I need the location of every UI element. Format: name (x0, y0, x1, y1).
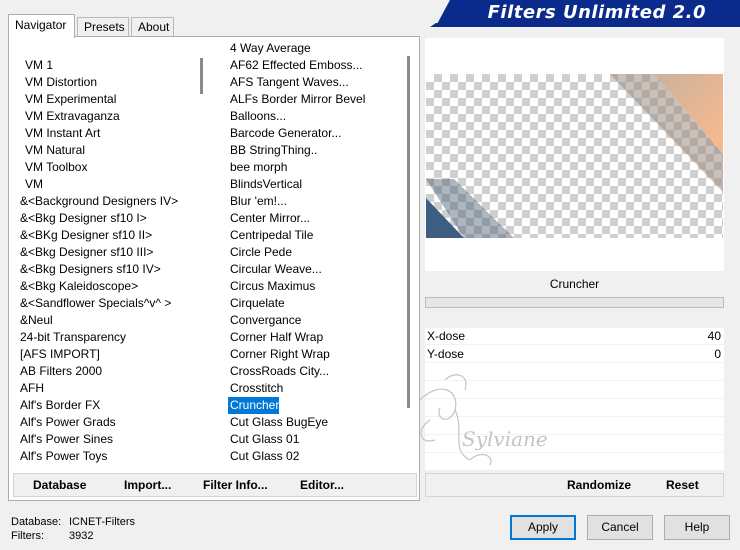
list-item[interactable]: BB StringThing.. (228, 142, 400, 159)
filters-count: 3932 (69, 530, 94, 542)
list-item[interactable]: 24-bit Transparency (18, 329, 194, 346)
list-item[interactable]: Circus Maximus (228, 278, 400, 295)
list-item[interactable]: Cruncher (228, 397, 280, 414)
list-item[interactable]: &Neul (18, 312, 194, 329)
list-item[interactable]: Crosstitch (228, 380, 400, 397)
list-item[interactable]: &<Bkg Designer sf10 I> (18, 210, 194, 227)
category-list[interactable]: VM 1 VM Distortion VM Experimental VM Extra… (18, 57, 194, 468)
filter-list[interactable]: 4 Way Average AF62 Effected Emboss... AFS … (228, 40, 400, 468)
list-item[interactable]: bee morph (228, 159, 400, 176)
title-banner: Filters Unlimited 2.0 (430, 0, 740, 27)
list-item[interactable]: VM 1 (18, 57, 194, 74)
list-item[interactable]: Convergance (228, 312, 400, 329)
list-item[interactable]: Circle Pede (228, 244, 400, 261)
param-label: X-dose (427, 329, 466, 343)
filter-scrollbar-thumb[interactable] (407, 56, 410, 408)
import-button[interactable]: Import... (124, 478, 171, 492)
tab-bar: Navigator Presets About (8, 14, 420, 38)
list-item[interactable]: Centripedal Tile (228, 227, 400, 244)
filters-label: Filters: (11, 530, 44, 542)
database-value: ICNET-Filters (69, 516, 135, 528)
list-item[interactable]: Alf's Power Sines (18, 431, 194, 448)
param-row-empty (425, 418, 724, 435)
list-item[interactable]: VM Instant Art (18, 125, 194, 142)
cancel-button[interactable]: Cancel (587, 515, 653, 540)
list-item[interactable]: Corner Right Wrap (228, 346, 400, 363)
list-item[interactable]: Alf's Power Toys (18, 448, 194, 465)
tab-about[interactable]: About (131, 17, 174, 37)
list-item[interactable]: &<Background Designers IV> (18, 193, 194, 210)
database-label: Database: (11, 516, 62, 528)
filter-info-button[interactable]: Filter Info... (203, 478, 268, 492)
param-label: Y-dose (427, 347, 464, 361)
param-row-x-dose[interactable]: X-dose 40 (425, 328, 724, 345)
editor-button[interactable]: Editor... (300, 478, 344, 492)
list-item[interactable]: VM Distortion (18, 74, 194, 91)
category-scrollbar-thumb[interactable] (200, 58, 203, 94)
param-row-empty (425, 436, 724, 453)
list-item[interactable]: Cut Glass BugEye (228, 414, 400, 431)
tab-navigator[interactable]: Navigator (8, 14, 75, 38)
help-button[interactable]: Help (664, 515, 730, 540)
list-item[interactable]: ALFs Border Mirror Bevel (228, 91, 400, 108)
list-item[interactable]: [AFS IMPORT] (18, 346, 194, 363)
list-item[interactable]: Cirquelate (228, 295, 400, 312)
tab-about-label: About (138, 20, 170, 34)
list-item[interactable]: VM Natural (18, 142, 194, 159)
parameter-panel: X-dose 40 Y-dose 0 (425, 328, 724, 470)
list-item[interactable]: AF62 Effected Emboss... (228, 57, 400, 74)
list-item[interactable]: Circular Weave... (228, 261, 400, 278)
list-item[interactable]: &<Bkg Designer sf10 III> (18, 244, 194, 261)
param-value[interactable]: 0 (714, 347, 721, 361)
list-item[interactable]: &<BKg Designer sf10 II> (18, 227, 194, 244)
list-item[interactable]: AB Filters 2000 (18, 363, 194, 380)
category-scrollbar[interactable] (197, 40, 207, 468)
apply-button[interactable]: Apply (510, 515, 576, 540)
tab-navigator-label: Navigator (15, 18, 67, 32)
list-item[interactable]: 4 Way Average (228, 40, 400, 57)
list-item[interactable]: Cut Glass 01 (228, 431, 400, 448)
param-row-empty (425, 364, 724, 381)
list-item[interactable]: Alf's Border FX (18, 397, 194, 414)
list-item[interactable]: BlindsVertical (228, 176, 400, 193)
list-item[interactable]: Barcode Generator... (228, 125, 400, 142)
preview-toolbar: Randomize Reset (425, 473, 724, 497)
list-item[interactable]: Cut Glass 02 (228, 448, 400, 465)
list-item[interactable]: CrossRoads City... (228, 363, 400, 380)
list-item[interactable]: Alf's Power Grads (18, 414, 194, 431)
filter-scrollbar[interactable] (404, 40, 414, 468)
tab-presets-label: Presets (84, 20, 125, 34)
list-item[interactable]: VM Experimental (18, 91, 194, 108)
progress-bar (425, 297, 724, 308)
preview-image (426, 74, 723, 238)
list-item[interactable]: &<Sandflower Specials^v^ > (18, 295, 194, 312)
param-row-empty (425, 400, 724, 417)
list-item[interactable]: Center Mirror... (228, 210, 400, 227)
database-button[interactable]: Database (33, 478, 86, 492)
reset-button[interactable]: Reset (666, 478, 699, 492)
list-item[interactable]: Balloons... (228, 108, 400, 125)
app-title: Filters Unlimited 2.0 (487, 2, 706, 23)
param-row-y-dose[interactable]: Y-dose 0 (425, 346, 724, 363)
list-item[interactable]: VM (18, 176, 194, 193)
param-row-empty (425, 382, 724, 399)
selected-filter-name: Cruncher (425, 273, 724, 295)
database-status: Database: (11, 516, 61, 528)
tab-presets[interactable]: Presets (77, 17, 129, 37)
randomize-button[interactable]: Randomize (567, 478, 631, 492)
list-item[interactable]: &<Bkg Designers sf10 IV> (18, 261, 194, 278)
list-item[interactable]: &<Bkg Kaleidoscope> (18, 278, 194, 295)
param-value[interactable]: 40 (708, 329, 721, 343)
list-item[interactable]: Blur 'em!... (228, 193, 400, 210)
list-item[interactable]: VM Toolbox (18, 159, 194, 176)
preview-shapes (426, 74, 723, 238)
list-item[interactable]: AFH (18, 380, 194, 397)
list-toolbar: Database Import... Filter Info... Editor… (13, 473, 417, 497)
list-item[interactable]: Corner Half Wrap (228, 329, 400, 346)
list-item[interactable]: AFS Tangent Waves... (228, 74, 400, 91)
list-item[interactable]: VM Extravaganza (18, 108, 194, 125)
